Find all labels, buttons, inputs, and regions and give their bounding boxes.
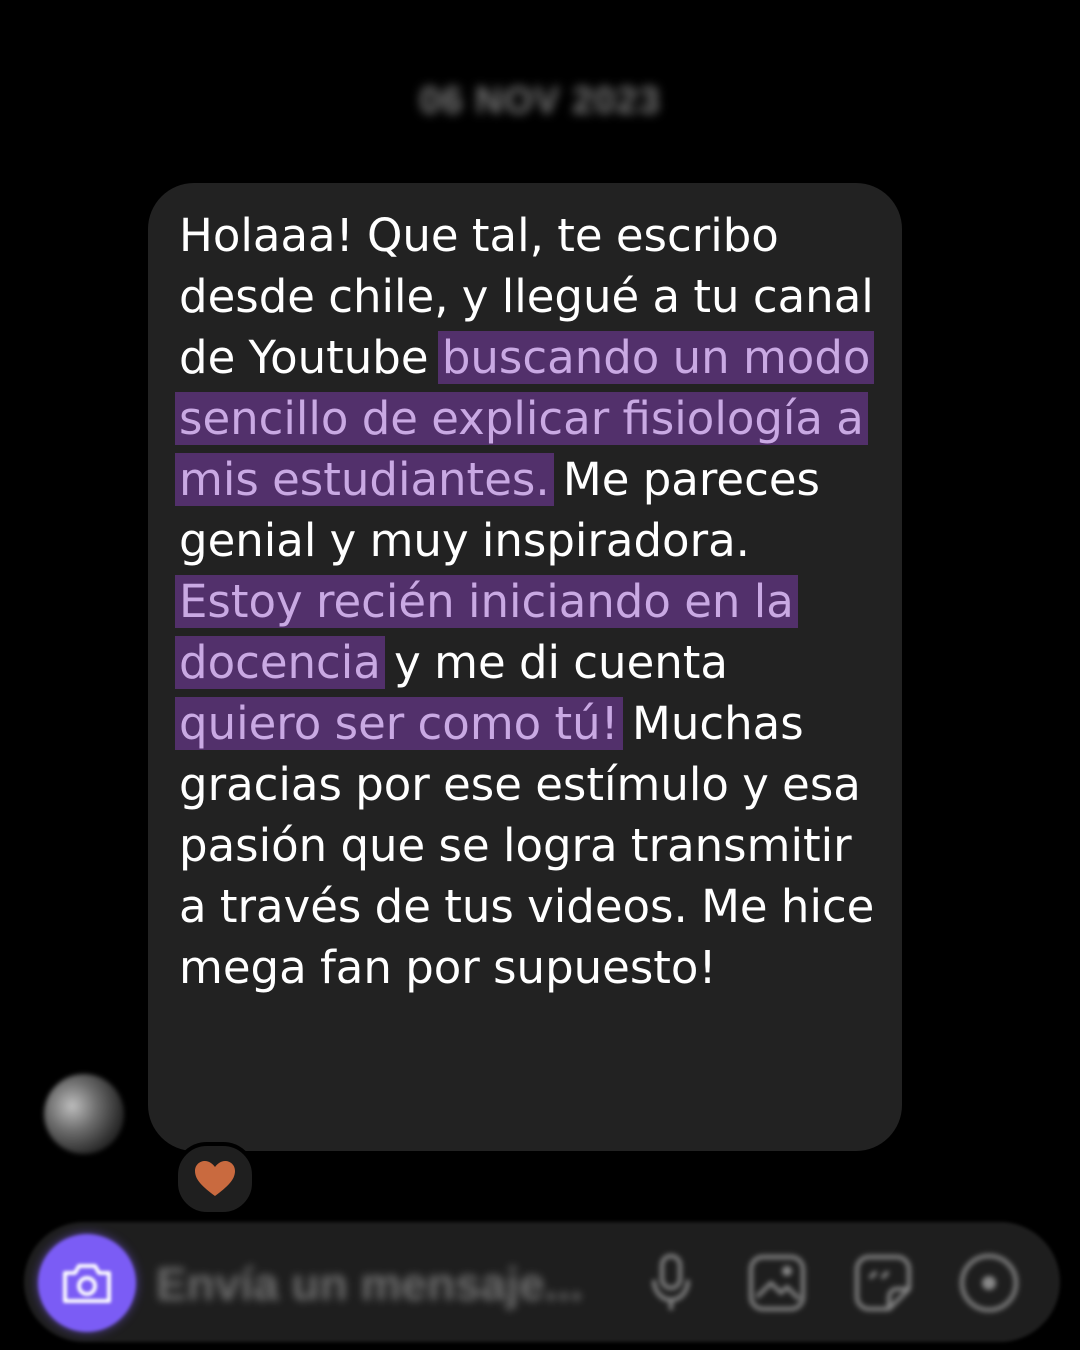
image-gallery-icon — [749, 1255, 805, 1311]
conversation-date-label: 06 NOV 2023 — [419, 80, 661, 122]
plus-circle-icon — [960, 1254, 1018, 1312]
sticker-button[interactable] — [850, 1250, 916, 1316]
camera-icon — [63, 1264, 111, 1303]
heart-icon — [195, 1161, 235, 1196]
sticker-icon — [855, 1255, 911, 1311]
message-segment: y me di cuenta — [380, 636, 728, 689]
camera-button[interactable] — [38, 1234, 136, 1332]
message-composer — [24, 1222, 1060, 1342]
message-text: Holaaa! Que tal, te escribo desde chile,… — [175, 205, 882, 998]
message-input[interactable] — [156, 1254, 626, 1314]
sender-avatar[interactable] — [44, 1074, 124, 1154]
message-reaction[interactable] — [174, 1142, 256, 1216]
gallery-button[interactable] — [744, 1250, 810, 1316]
more-button[interactable] — [956, 1250, 1022, 1316]
microphone-button[interactable] — [638, 1250, 704, 1316]
message-highlight: quiero ser como tú! — [175, 697, 623, 750]
microphone-icon — [652, 1254, 690, 1310]
message-bubble[interactable]: Holaaa! Que tal, te escribo desde chile,… — [148, 183, 902, 1151]
